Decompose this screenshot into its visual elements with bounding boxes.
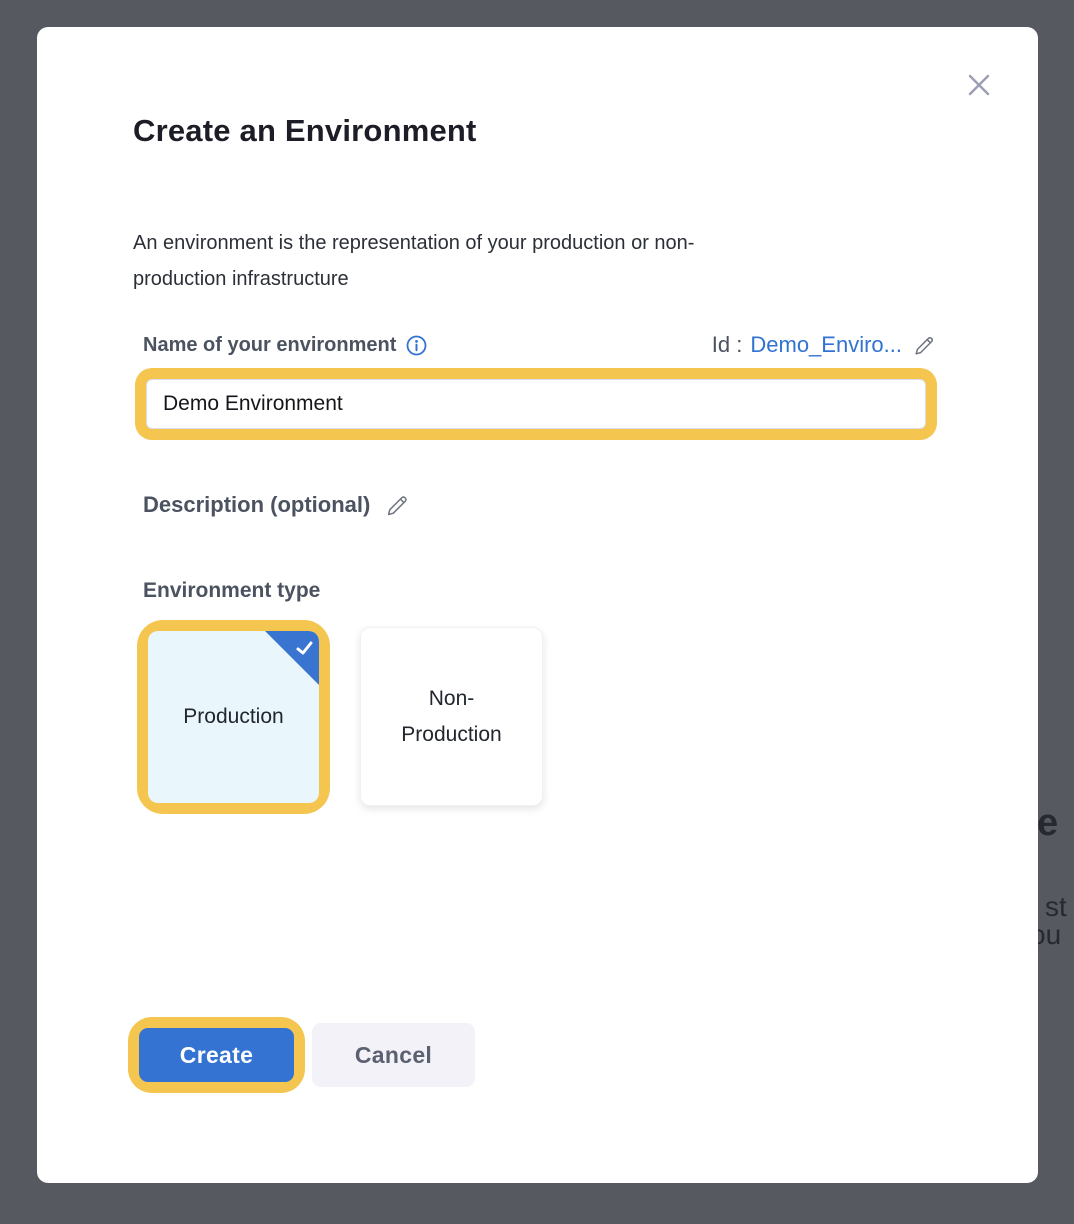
backdrop-text-fragment: e <box>1037 802 1058 845</box>
create-button-highlight-ring: Create <box>128 1017 305 1093</box>
environment-type-card-non-production[interactable]: Non-Production <box>360 627 543 806</box>
create-environment-dialog: Create an Environment An environment is … <box>37 27 1038 1183</box>
name-label-row: Name of your environment Id : Demo_Envir… <box>143 330 937 360</box>
environment-type-label: Environment type <box>143 579 320 603</box>
environment-id-link[interactable]: Demo_Enviro... <box>750 332 902 358</box>
environment-name-input[interactable] <box>146 379 926 429</box>
description-label: Description (optional) <box>143 492 370 518</box>
info-icon[interactable] <box>405 334 428 357</box>
card-label: Non-Production <box>391 681 513 753</box>
id-prefix-label: Id : <box>712 332 743 358</box>
edit-description-pencil-icon[interactable] <box>384 492 411 519</box>
name-input-highlight-ring <box>135 368 937 440</box>
card-label: Production <box>183 699 283 735</box>
environment-id-group: Id : Demo_Enviro... <box>712 332 937 358</box>
dialog-description: An environment is the representation of … <box>133 225 773 297</box>
production-card-highlight-ring: Production <box>137 620 330 814</box>
check-icon <box>295 639 314 658</box>
name-field-label: Name of your environment <box>143 334 396 357</box>
close-icon <box>962 68 996 102</box>
close-button[interactable] <box>959 65 999 105</box>
dialog-title: Create an Environment <box>133 113 477 149</box>
cancel-button[interactable]: Cancel <box>312 1023 475 1087</box>
selected-corner-badge <box>265 631 319 685</box>
description-row: Description (optional) <box>143 489 411 521</box>
environment-type-card-production[interactable]: Production <box>148 631 319 803</box>
create-button[interactable]: Create <box>139 1028 294 1082</box>
edit-id-pencil-icon[interactable] <box>912 333 937 358</box>
